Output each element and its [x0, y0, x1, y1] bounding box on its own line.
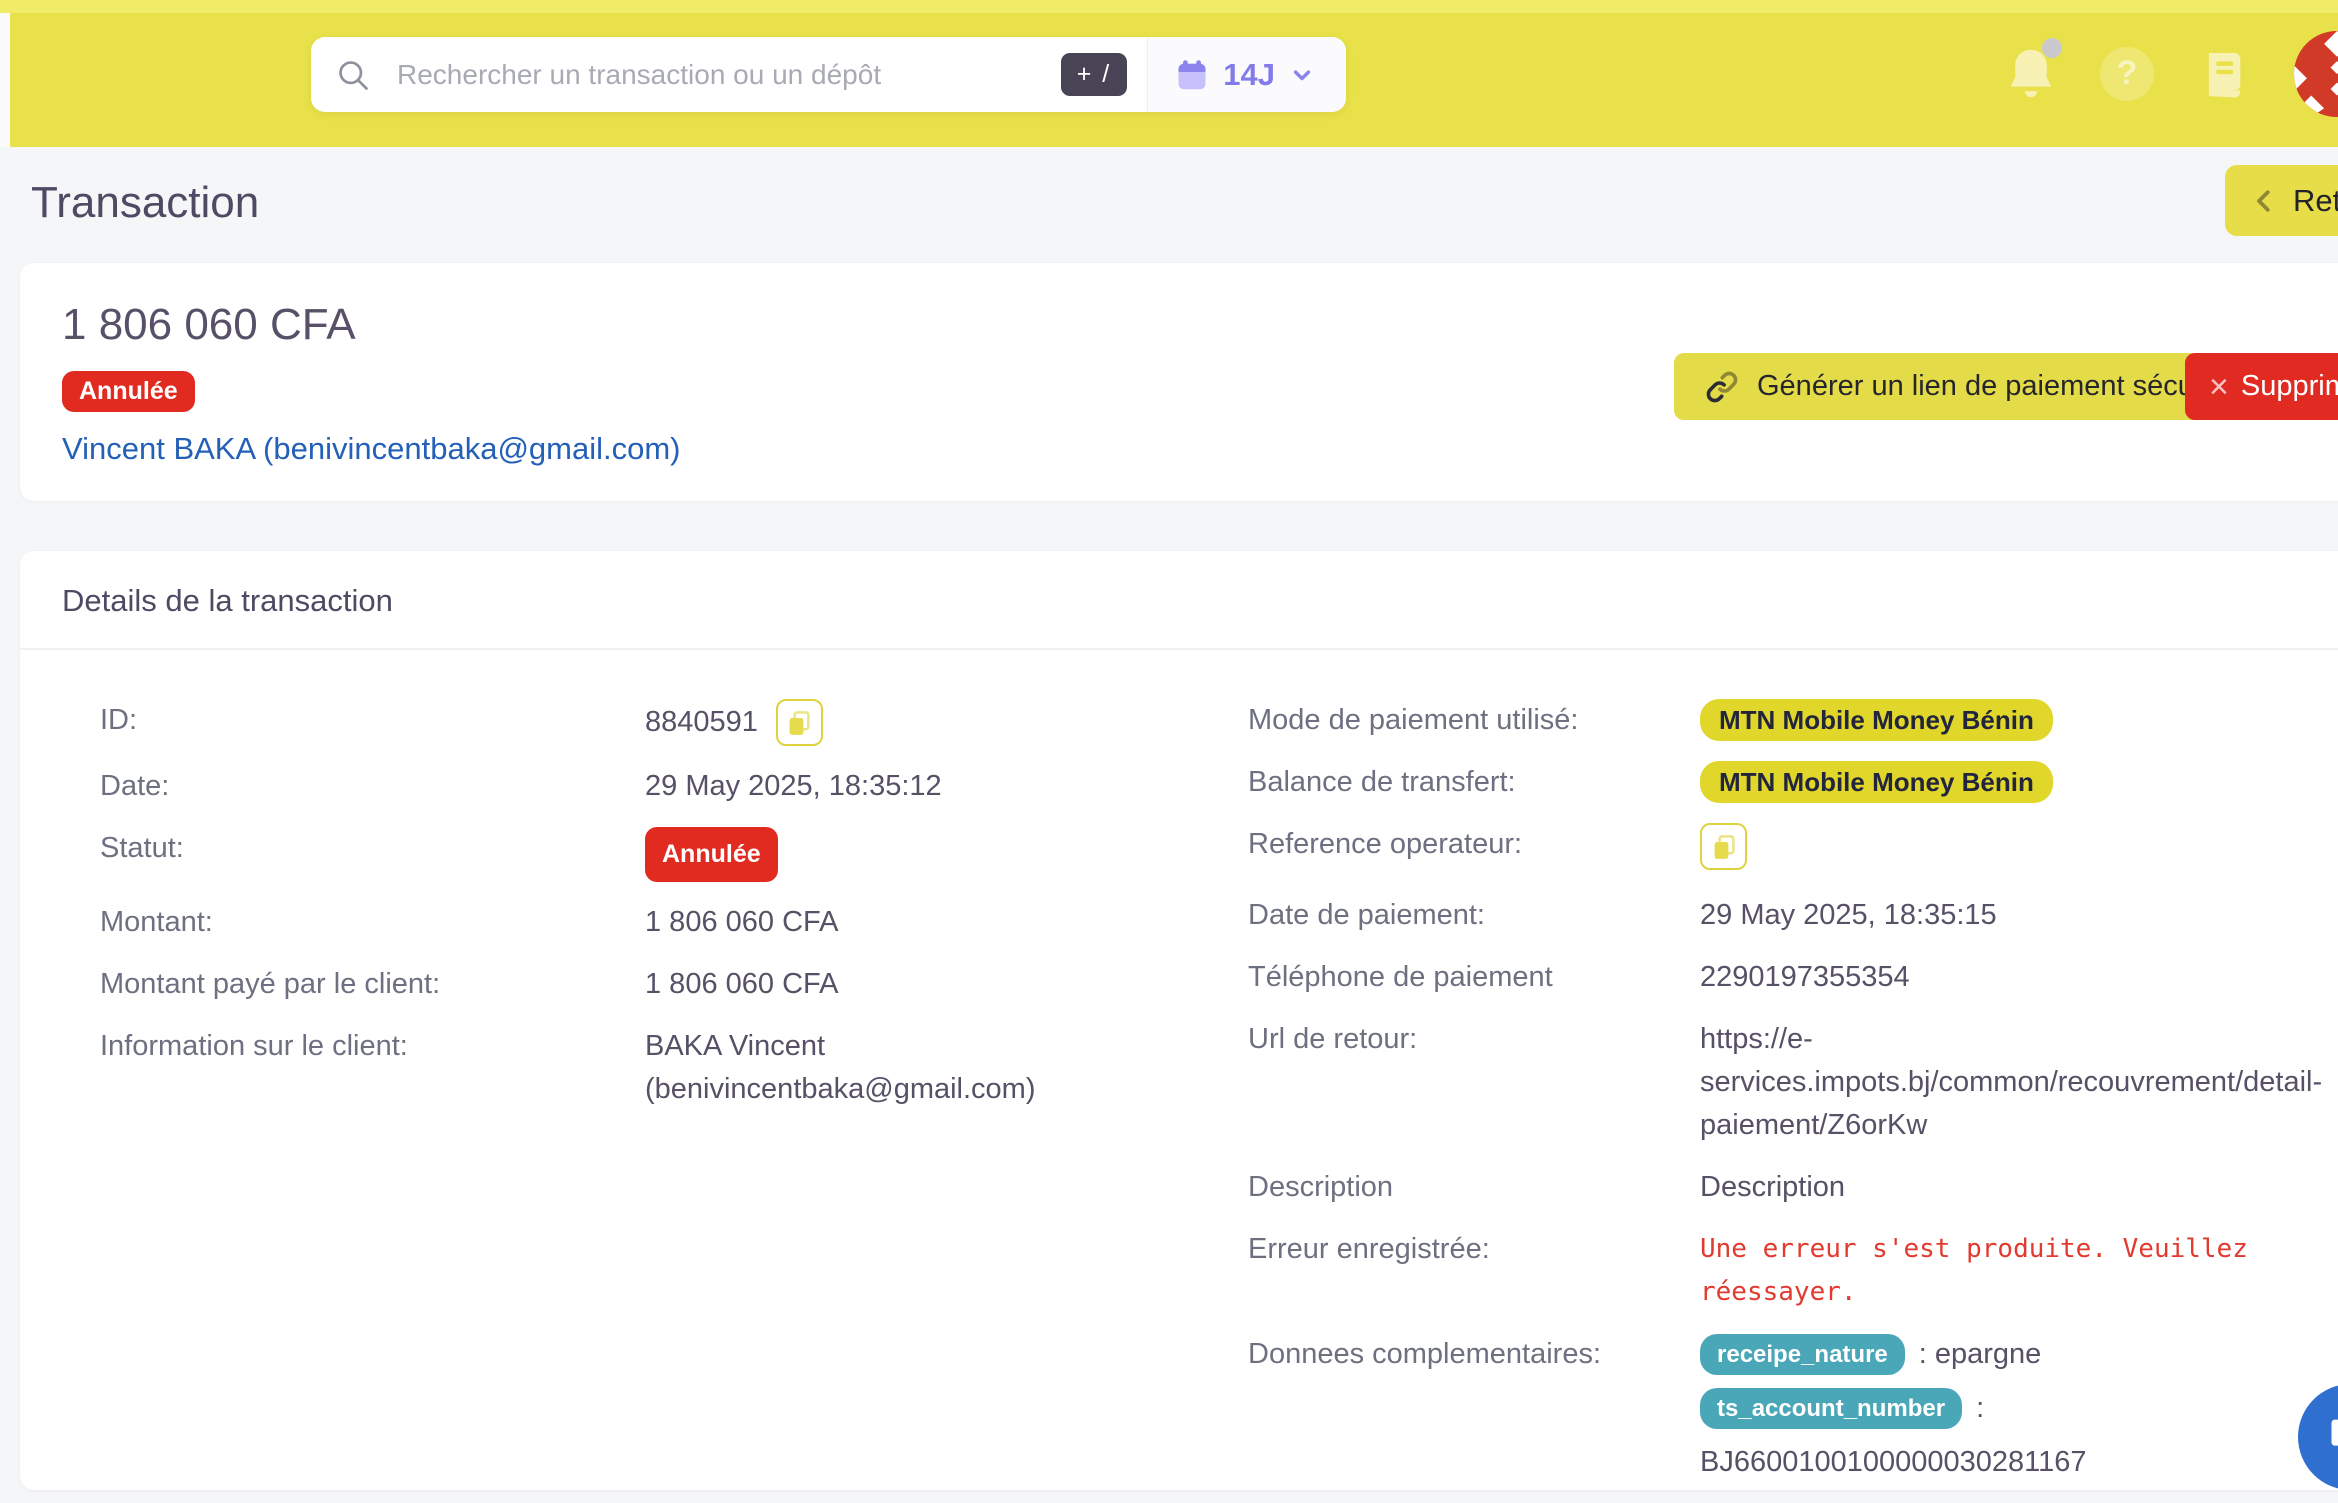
generate-payment-link-button[interactable]: Générer un lien de paiement sécurisé: [1674, 353, 2271, 420]
notifications-button[interactable]: [2004, 44, 2058, 104]
details-title: Details de la transaction: [62, 583, 393, 619]
transaction-details-card: Details de la transaction ID: 8840591 Da…: [20, 551, 2338, 1490]
detail-row-url-retour: Url de retour: https://e- services.impot…: [1248, 1018, 2338, 1147]
description-value: Description: [1700, 1166, 1845, 1209]
copy-id-button[interactable]: [776, 699, 823, 746]
docs-book-icon[interactable]: [2196, 46, 2252, 102]
meta-key-badge: receipe_nature: [1700, 1334, 1905, 1375]
client-info-value: BAKA Vincent (benivincentbaka@gmail.com): [645, 1025, 1036, 1111]
search-icon: [335, 57, 371, 93]
meta-value: :: [1976, 1387, 1984, 1430]
topbar-icons: ?: [2004, 0, 2338, 147]
detail-row-description: Description Description: [1248, 1166, 2338, 1209]
delete-button-label: Supprimer: [2241, 370, 2338, 403]
detail-row-donnees: Donnees complementaires: receipe_nature …: [1248, 1333, 2338, 1484]
detail-row-statut: Statut: Annulée: [100, 827, 1248, 882]
chevron-left-icon: [2249, 186, 2279, 216]
detail-row-info-client: Information sur le client: BAKA Vincent …: [100, 1025, 1248, 1111]
search-bar[interactable]: + / 14J: [311, 37, 1346, 112]
payment-method-badge: MTN Mobile Money Bénin: [1700, 699, 2053, 741]
account-number-value: BJ6600100100000030281167: [1700, 1441, 2087, 1484]
montant-value: 1 806 060 CFA: [645, 901, 838, 944]
avatar[interactable]: [2294, 31, 2338, 117]
error-message: Une erreur s'est produite. Veuillez rées…: [1700, 1228, 2248, 1314]
copy-icon: [784, 708, 814, 738]
complementary-data: receipe_nature : epargne ts_account_numb…: [1700, 1333, 2087, 1484]
status-badge: Annulée: [645, 827, 778, 882]
generate-payment-link-label: Générer un lien de paiement sécurisé: [1757, 370, 2241, 403]
copy-reference-button[interactable]: [1700, 823, 1747, 870]
copy-icon: [1709, 832, 1739, 862]
transaction-amount: 1 806 060 CFA: [62, 300, 356, 350]
detail-row-erreur: Erreur enregistrée: Une erreur s'est pro…: [1248, 1228, 2338, 1314]
details-left-column: ID: 8840591 Date: 29 May 2025, 18:35:12 …: [100, 699, 1248, 1503]
return-url-value: https://e- services.impots.bj/common/rec…: [1700, 1018, 2322, 1147]
page-title: Transaction: [31, 178, 259, 228]
detail-row-montant-paye: Montant payé par le client: 1 806 060 CF…: [100, 963, 1248, 1006]
detail-row-date: Date: 29 May 2025, 18:35:12: [100, 765, 1248, 808]
question-mark-icon: ?: [2117, 54, 2138, 93]
detail-row-reference: Reference operateur:: [1248, 823, 2338, 875]
payment-date-value: 29 May 2025, 18:35:15: [1700, 894, 1997, 937]
detail-row-mode-paiement: Mode de paiement utilisé: MTN Mobile Mon…: [1248, 699, 2338, 742]
transfer-balance-badge: MTN Mobile Money Bénin: [1700, 761, 2053, 803]
chevron-down-icon: [1288, 61, 1316, 89]
notification-dot: [2042, 38, 2062, 58]
topbar-top-strip: [0, 0, 2338, 13]
date-range-label: 14J: [1223, 57, 1275, 93]
close-icon: ×: [2209, 370, 2229, 404]
calendar-icon: [1174, 57, 1210, 93]
link-icon: [1704, 369, 1740, 405]
delete-button[interactable]: × Supprimer: [2185, 353, 2338, 420]
topbar: + / 14J ?: [0, 0, 2338, 147]
back-button[interactable]: Retour: [2225, 165, 2338, 236]
detail-row-telephone: Téléphone de paiement 2290197355354: [1248, 956, 2338, 999]
transaction-id-value: 8840591: [645, 701, 758, 744]
meta-value: : epargne: [1919, 1333, 2042, 1376]
status-badge: Annulée: [62, 371, 195, 412]
topbar-left-strip: [0, 13, 10, 147]
payment-phone-value: 2290197355354: [1700, 956, 1910, 999]
date-value: 29 May 2025, 18:35:12: [645, 765, 942, 808]
detail-row-montant: Montant: 1 806 060 CFA: [100, 901, 1248, 944]
montant-paye-value: 1 806 060 CFA: [645, 963, 838, 1006]
help-button[interactable]: ?: [2100, 47, 2154, 101]
details-right-column: Mode de paiement utilisé: MTN Mobile Mon…: [1248, 699, 2338, 1503]
chat-bubble-icon: [2325, 1411, 2338, 1463]
transaction-summary-card: 1 806 060 CFA Annulée Vincent BAKA (beni…: [20, 263, 2338, 501]
keyboard-shortcut-badge: + /: [1061, 53, 1128, 96]
meta-key-badge: ts_account_number: [1700, 1388, 1962, 1429]
customer-link[interactable]: Vincent BAKA (benivincentbaka@gmail.com): [62, 431, 681, 467]
search-input[interactable]: [397, 59, 1041, 91]
back-button-label: Retour: [2293, 183, 2338, 219]
date-range-button[interactable]: 14J: [1147, 37, 1346, 112]
detail-row-id: ID: 8840591: [100, 699, 1248, 746]
detail-row-balance: Balance de transfert: MTN Mobile Money B…: [1248, 761, 2338, 804]
detail-row-date-paiement: Date de paiement: 29 May 2025, 18:35:15: [1248, 894, 2338, 937]
